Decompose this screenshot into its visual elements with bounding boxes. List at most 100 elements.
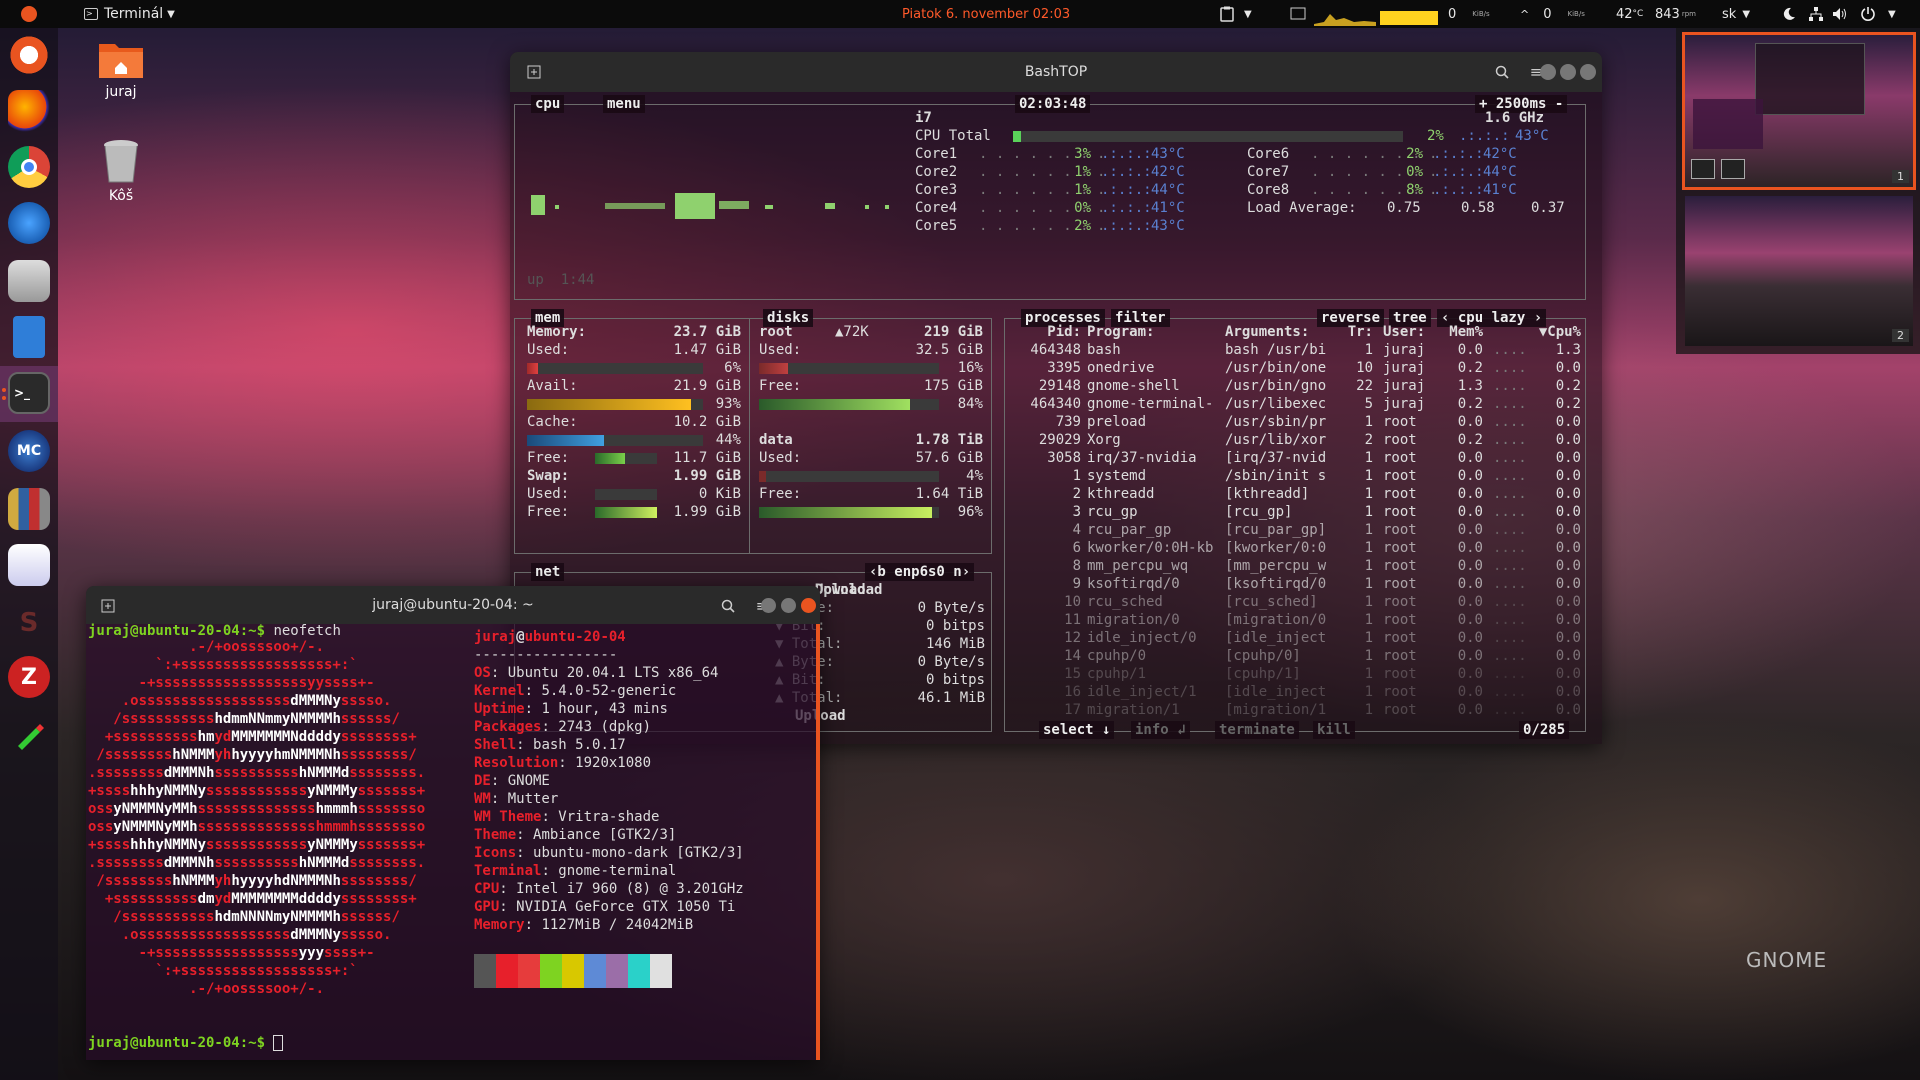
disk-root-used: 32.5 GiB	[915, 342, 983, 358]
clock[interactable]: Piatok 6. november 02:03	[902, 0, 1070, 28]
table-row[interactable]: 15 cpuhp/1 [cpuhp/1] 1 root 0.0 .... 0.0	[1005, 665, 1585, 683]
files-icon[interactable]	[8, 260, 50, 302]
firefox-icon[interactable]	[8, 90, 50, 132]
night-light-icon[interactable]	[1782, 0, 1796, 28]
net-row-value: 146 MiB	[925, 636, 985, 652]
ubuntu-software-icon[interactable]	[8, 34, 50, 76]
maximize-button[interactable]	[781, 598, 796, 613]
writer-icon[interactable]	[13, 316, 45, 358]
table-row[interactable]: 29148 gnome-shell /usr/bin/gno 22 juraj …	[1005, 377, 1585, 395]
net-down-readout[interactable]: 0 KiB/s	[1448, 0, 1490, 28]
swap-used-label: Used:	[527, 486, 570, 502]
zotero-icon[interactable]: Z	[8, 656, 50, 698]
workspace-2[interactable]: 2	[1685, 196, 1913, 346]
table-row[interactable]: 464348 bash bash /usr/bi 1 juraj 0.0 ...…	[1005, 341, 1585, 359]
table-row[interactable]: 2 kthreadd [kthreadd] 1 root 0.0 .... 0.…	[1005, 485, 1585, 503]
proc-program: rcu_gp	[1087, 504, 1138, 520]
proc-kill[interactable]: kill	[1313, 721, 1355, 739]
disk-data-label: data	[759, 432, 793, 448]
scrollbar[interactable]	[816, 624, 820, 1060]
clipboard-icon[interactable]: ▼	[1220, 0, 1252, 28]
reader-icon[interactable]	[8, 544, 50, 586]
minimize-button[interactable]	[761, 598, 776, 613]
ubuntu-logo-icon[interactable]	[20, 0, 38, 28]
proc-args: /usr/bin/one	[1225, 360, 1327, 376]
close-button[interactable]	[801, 598, 816, 613]
proc-threads: 1	[1364, 486, 1373, 502]
net-row-value: 0 Byte/s	[917, 600, 985, 616]
core-temp: 43°C	[1151, 218, 1185, 234]
power-icon[interactable]	[1860, 0, 1876, 28]
proc-user: root	[1383, 630, 1417, 646]
core-temp-graph: .:.:.:	[1101, 200, 1152, 216]
network-icon[interactable]	[1808, 0, 1824, 28]
table-row[interactable]: 464340 gnome-terminal- /usr/libexec 5 ju…	[1005, 395, 1585, 413]
temperature-readout[interactable]: 42 °C	[1616, 0, 1643, 28]
trash[interactable]: Kôš	[76, 138, 166, 204]
terminal-window[interactable]: juraj@ubuntu-20-04: ~ ≡ juraj@ubuntu-20-…	[86, 586, 820, 1060]
proc-mem: 0.0	[1457, 648, 1483, 664]
table-row[interactable]: 8 mm_percpu_wq [mm_percpu_w 1 root 0.0 .…	[1005, 557, 1585, 575]
table-row[interactable]: 16 idle_inject/1 [idle_inject 1 root 0.0…	[1005, 683, 1585, 701]
table-row[interactable]: 3 rcu_gp [rcu_gp] 1 root 0.0 .... 0.0	[1005, 503, 1585, 521]
proc-select[interactable]: select ↓	[1039, 721, 1115, 739]
table-row[interactable]: 4 rcu_par_gp [rcu_par_gp] 1 root 0.0 ...…	[1005, 521, 1585, 539]
terminal-body[interactable]: juraj@ubuntu-20-04:~$ neofetch .-/+oosss…	[86, 623, 820, 1060]
table-row[interactable]: 17 migration/1 [migration/1 1 root 0.0 .…	[1005, 701, 1585, 719]
maximize-button[interactable]	[1560, 64, 1576, 80]
table-row[interactable]: 1 systemd /sbin/init s 1 root 0.0 .... 0…	[1005, 467, 1585, 485]
table-row[interactable]: 9 ksoftirqd/0 [ksoftirqd/0 1 root 0.0 ..…	[1005, 575, 1585, 593]
table-row[interactable]: 14 cpuhp/0 [cpuhp/0] 1 root 0.0 .... 0.0	[1005, 647, 1585, 665]
terminal-icon[interactable]: >_	[8, 372, 50, 414]
search-icon[interactable]	[1490, 60, 1514, 84]
proc-args: /usr/libexec	[1225, 396, 1327, 412]
new-tab-icon[interactable]	[96, 594, 120, 618]
terminal-app-icon: >	[84, 8, 98, 20]
menu-label[interactable]: menu	[603, 95, 645, 113]
table-row[interactable]: 29029 Xorg /usr/lib/xor 2 root 0.2 .... …	[1005, 431, 1585, 449]
table-row[interactable]: 3395 onedrive /usr/bin/one 10 juraj 0.2 …	[1005, 359, 1585, 377]
proc-terminate[interactable]: terminate	[1215, 721, 1299, 739]
proc-threads: 1	[1364, 468, 1373, 484]
proc-cpu: 0.0	[1555, 468, 1581, 484]
new-tab-icon[interactable]	[522, 60, 546, 84]
proc-header-cpu[interactable]: ▼Cpu%	[1525, 323, 1581, 341]
memory-history-graph[interactable]	[1380, 0, 1438, 28]
home-folder-label: juraj	[105, 84, 137, 100]
mc-icon[interactable]: MC	[8, 430, 50, 472]
thunderbird-icon[interactable]	[8, 202, 50, 244]
library-icon[interactable]	[8, 488, 50, 530]
minimize-button[interactable]	[1540, 64, 1556, 80]
app-menu[interactable]: > Terminál ▼	[84, 0, 175, 28]
proc-info[interactable]: info ↲	[1131, 721, 1190, 739]
close-button[interactable]	[1580, 64, 1596, 80]
pencil-icon[interactable]	[8, 714, 50, 756]
bashtop-titlebar[interactable]: BashTOP ≡	[510, 52, 1602, 92]
keyboard-layout[interactable]: sk ▼	[1722, 0, 1750, 28]
table-row[interactable]: 3058 irq/37-nvidia [irq/37-nvid 1 root 0…	[1005, 449, 1585, 467]
table-row[interactable]: 11 migration/0 [migration/0 1 root 0.0 .…	[1005, 611, 1585, 629]
proc-program: systemd	[1087, 468, 1147, 484]
net-up-readout[interactable]: ^ 0 KiB/s	[1520, 0, 1585, 28]
terminal-titlebar[interactable]: juraj@ubuntu-20-04: ~ ≡	[86, 586, 820, 624]
table-row[interactable]: 739 preload /usr/sbin/pr 1 root 0.0 ....…	[1005, 413, 1585, 431]
neofetch-logo-line: `:+ssssssssssssssssss+:`	[88, 657, 358, 673]
app-s-icon[interactable]: S	[8, 602, 50, 644]
table-row[interactable]: 6 kworker/0:0H-kb [kworker/0:0 1 root 0.…	[1005, 539, 1585, 557]
workspace-window-thumb	[1693, 99, 1763, 149]
search-icon[interactable]	[716, 594, 740, 618]
home-folder[interactable]: juraj	[76, 38, 166, 100]
proc-user: root	[1383, 594, 1417, 610]
chrome-icon[interactable]	[8, 146, 50, 188]
fan-readout[interactable]: 843 rpm	[1655, 0, 1696, 28]
neofetch-info: OS: Ubuntu 20.04.1 LTS x86_64 Kernel: 5.4…	[474, 664, 744, 934]
table-row[interactable]: 10 rcu_sched [rcu_sched] 1 root 0.0 ....…	[1005, 593, 1585, 611]
table-row[interactable]: 12 idle_inject/0 [idle_inject 1 root 0.0…	[1005, 629, 1585, 647]
net-interface[interactable]: ‹b enp6s0 n›	[865, 563, 975, 581]
system-monitor-icon[interactable]	[1290, 0, 1306, 28]
cpu-history-graph[interactable]	[1314, 0, 1376, 28]
proc-count: 0/285	[1519, 721, 1570, 739]
chevron-down-icon[interactable]: ▼	[1888, 0, 1896, 28]
workspace-1[interactable]: 1	[1682, 32, 1916, 190]
volume-icon[interactable]	[1832, 0, 1848, 28]
